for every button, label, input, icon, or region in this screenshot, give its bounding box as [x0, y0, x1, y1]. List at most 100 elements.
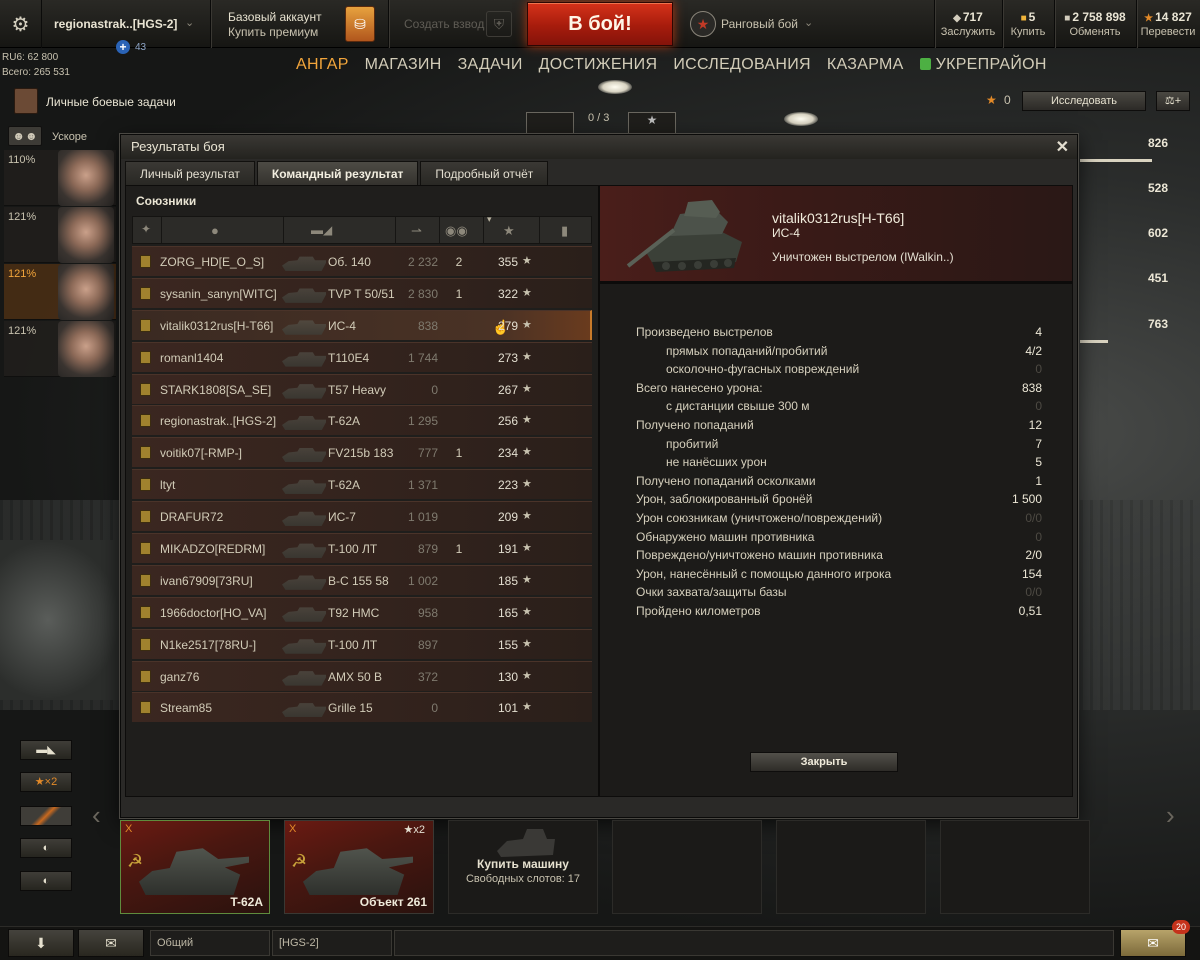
- table-row[interactable]: DRAFUR72 ИС-7 1 019 209 ★: [132, 501, 592, 532]
- tank-silhouette-icon: [282, 543, 326, 559]
- nav-achievements[interactable]: ДОСТИЖЕНИЯ: [539, 56, 658, 78]
- tank-filter-icon[interactable]: ▬◣: [20, 740, 72, 760]
- close-icon[interactable]: ✕: [1056, 137, 1069, 157]
- xp-column-star-icon[interactable]: ★: [503, 223, 515, 239]
- table-row[interactable]: ivan67909[73RU] B-C 155 58 1 002 185 ★: [132, 564, 592, 595]
- nav-research[interactable]: ИССЛЕДОВАНИЯ: [673, 56, 811, 78]
- damage-value: 2 830: [407, 286, 438, 301]
- create-platoon-label[interactable]: Создать взвод: [404, 17, 484, 31]
- tab-personal[interactable]: Личный результат: [125, 161, 255, 185]
- nation-filter-icon[interactable]: ◐: [20, 838, 72, 858]
- chat-input[interactable]: [394, 930, 1114, 956]
- crew-member-slot[interactable]: 121%: [4, 207, 116, 263]
- tank-silhouette-icon: [282, 416, 326, 431]
- table-row[interactable]: STARK1808[SA_SE] T57 Heavy 0 267 ★: [132, 373, 592, 404]
- medal-column-icon[interactable]: ▮: [561, 223, 568, 239]
- account-chevron-down-icon[interactable]: ⌄: [185, 16, 194, 29]
- damage-column-shell-icon[interactable]: ⇀: [411, 223, 422, 239]
- research-button[interactable]: Исследовать: [1022, 91, 1146, 111]
- accelerate-crew-label[interactable]: Ускоре: [52, 131, 87, 143]
- buy-vehicle-slot[interactable]: Купить машину Свободных слотов: 17: [448, 820, 598, 914]
- premium-filter-icon[interactable]: [20, 806, 72, 826]
- progress-counter: 0 / 3: [588, 112, 610, 124]
- close-button[interactable]: Закрыть: [750, 752, 898, 772]
- chat-channel-clan[interactable]: [HGS-2]: [272, 930, 392, 956]
- empty-slot[interactable]: [776, 820, 926, 914]
- crew-member-slot[interactable]: 121%: [4, 264, 116, 320]
- star-box-icon[interactable]: ★: [628, 112, 676, 136]
- crew-portrait: [58, 264, 114, 320]
- credits-currency[interactable]: ■ 2 758 898 Обменять: [1058, 10, 1132, 38]
- divider: [483, 217, 484, 243]
- table-row[interactable]: regionastrak..[HGS-2] T-62A 1 295 256 ★: [132, 405, 592, 436]
- table-row-selected[interactable]: vitalik0312rus[H-T66] ИС-4 838 ☝ 279 ★: [132, 309, 592, 340]
- crew-skill-pct: 121%: [8, 325, 37, 337]
- empty-slot[interactable]: [940, 820, 1090, 914]
- table-row[interactable]: ZORG_HD[E_O_S] Об. 140 2 232 2 355 ★: [132, 246, 592, 276]
- personal-missions-label[interactable]: Личные боевые задачи: [46, 95, 176, 109]
- player-name: ganz76: [160, 669, 200, 684]
- stat-value: 0/0: [1025, 585, 1042, 600]
- kills-value: 2: [455, 255, 463, 269]
- chevron-down-icon[interactable]: ⌄: [804, 16, 813, 29]
- bonds-currency[interactable]: ◆ 717 Заслужить: [938, 10, 998, 38]
- tank-silhouette-icon: [282, 607, 326, 622]
- nav-hangar[interactable]: АНГАР: [296, 56, 349, 78]
- table-row[interactable]: voitik07[-RMP-] FV215b 183 777 1 234 ★: [132, 437, 592, 468]
- nav-shop[interactable]: МАГАЗИН: [365, 56, 442, 78]
- nav-stronghold[interactable]: УКРЕПРАЙОН: [919, 56, 1047, 78]
- buy-premium-link[interactable]: Купить премиум: [228, 25, 318, 39]
- ranked-battle-icon[interactable]: ★: [690, 11, 716, 37]
- crew-member-slot[interactable]: 121%: [4, 321, 116, 377]
- gold-currency[interactable]: ■ 5 Купить: [1006, 10, 1050, 38]
- player-column-icon[interactable]: ●: [211, 223, 219, 238]
- x2-filter-button[interactable]: ★×2: [20, 772, 72, 792]
- player-name: DRAFUR72: [160, 510, 224, 525]
- battle-button[interactable]: В бой!: [527, 2, 673, 46]
- table-row[interactable]: 1966doctor[HO_VA] T92 HMC 958 165 ★: [132, 596, 592, 627]
- table-row[interactable]: MIKADZO[REDRM] T-100 ЛТ 879 1 191 ★: [132, 533, 592, 564]
- platoon-icon[interactable]: ⛨: [486, 11, 512, 37]
- table-row[interactable]: N1ke2517[78RU-] T-100 ЛТ 897 155 ★: [132, 628, 592, 659]
- xp-star-icon: ★: [522, 318, 532, 331]
- chat-icon[interactable]: ✉: [78, 929, 144, 957]
- personal-missions-icon[interactable]: [14, 88, 38, 114]
- settings-gear-icon[interactable]: ⚙: [0, 0, 42, 48]
- stronghold-icon: [919, 58, 931, 70]
- battle-mode-select[interactable]: Ранговый бой: [721, 17, 798, 31]
- squad-column-icon[interactable]: ✦: [141, 222, 151, 236]
- tab-team[interactable]: Командный результат: [256, 161, 419, 185]
- tab-detailed[interactable]: Подробный отчёт: [420, 161, 549, 185]
- download-arrow-icon[interactable]: ⬇: [8, 929, 74, 957]
- free-xp-currency[interactable]: ★ 14 827 Перевести: [1138, 10, 1198, 38]
- rank-badge-icon: [140, 350, 151, 364]
- table-row[interactable]: sysanin_sanyn[WITC] TVP T 50/51 2 830 1 …: [132, 277, 592, 308]
- crew-group-icon[interactable]: ☻☻: [8, 126, 42, 146]
- player-name: ZORG_HD[E_O_S]: [160, 255, 265, 269]
- plus-icon[interactable]: +: [116, 40, 130, 54]
- stat-row: прямых попаданий/пробитий 4/2: [636, 343, 1042, 362]
- nav-barracks[interactable]: КАЗАРМА: [827, 56, 904, 78]
- crew-member-slot[interactable]: 110%: [4, 150, 116, 206]
- stat-value: 154: [1021, 566, 1042, 581]
- vehicle-slot[interactable]: X ☭ T-62A: [120, 820, 270, 914]
- nav-missions[interactable]: ЗАДАЧИ: [458, 56, 523, 78]
- chat-channel-general[interactable]: Общий: [150, 930, 270, 956]
- table-row[interactable]: Stream85 Grille 15 0 101 ★: [132, 692, 592, 723]
- table-row[interactable]: ltyt T-62A 1 371 223 ★: [132, 469, 592, 500]
- account-name[interactable]: regionastrak..[HGS-2]: [54, 17, 177, 31]
- xp-star-icon: ★: [522, 255, 532, 267]
- carousel-left-arrow-icon[interactable]: ‹: [92, 800, 101, 831]
- shop-bag-icon[interactable]: ⛁: [345, 6, 375, 42]
- vehicle-slot[interactable]: X ★x2 ☭ Объект 261: [284, 820, 434, 914]
- vehicle-column-tank-icon[interactable]: ▬◢: [311, 223, 332, 237]
- nation-filter-icon-2[interactable]: ◐: [20, 871, 72, 891]
- progress-box[interactable]: [526, 112, 574, 136]
- empty-slot[interactable]: [612, 820, 762, 914]
- gold-icon: ■: [1020, 13, 1027, 24]
- table-row[interactable]: ganz76 AMX 50 B 372 130 ★: [132, 660, 592, 691]
- carousel-right-arrow-icon[interactable]: ›: [1166, 800, 1175, 831]
- kills-column-tank-icon[interactable]: ◉◉: [445, 223, 468, 239]
- table-row[interactable]: romanl1404 T110E4 1 744 273 ★: [132, 341, 592, 372]
- compare-icon[interactable]: ⚖+: [1156, 91, 1190, 111]
